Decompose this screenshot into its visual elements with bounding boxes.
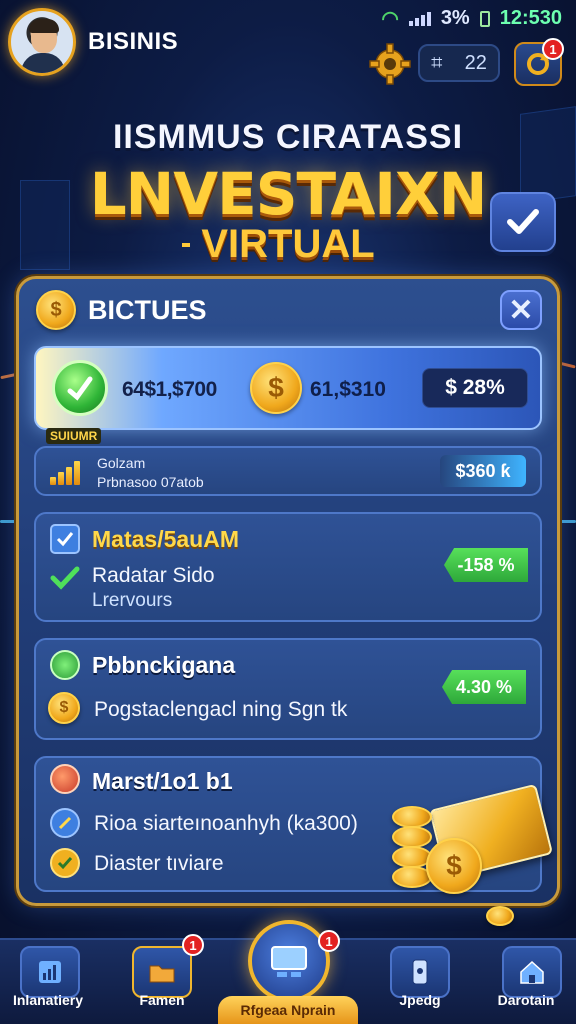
section-title: Matas/5auAM (92, 526, 239, 552)
section-line: Diaster tıviare (94, 852, 224, 875)
clock: 12:530 (499, 7, 562, 29)
section-line: Radatar Sido (92, 564, 215, 587)
featured-value-1: 64$1,$700 (122, 378, 217, 401)
nav-badge: 1 (318, 930, 340, 952)
edit-icon (50, 808, 80, 838)
coin-stack-icon (392, 806, 432, 828)
nav-item-famen[interactable] (132, 946, 192, 998)
featured-value-2: 61,$310 (310, 378, 386, 401)
chart-doc-icon (39, 961, 61, 983)
monitor-icon (271, 946, 307, 977)
nav-item-center[interactable] (248, 920, 330, 1002)
counter-value: 22 (464, 51, 487, 74)
folder-icon (149, 965, 175, 983)
section-subline: Lrervours (92, 590, 173, 611)
counter-pill[interactable]: ⌗ 22 (418, 44, 500, 82)
nav-item-jpedg[interactable] (390, 946, 450, 998)
section-percent-tag: 4.30 % (442, 670, 526, 704)
growth-orb-icon (52, 360, 108, 416)
section-line: Rioa siarteınoanhyh (ka300) (94, 812, 358, 835)
progress-value: $360 ƙ (440, 455, 526, 487)
nav-badge: 1 (182, 934, 204, 956)
section-percent-tag: -158 % (444, 548, 528, 582)
check-circle-icon (50, 848, 80, 878)
progress-label: Golzam (97, 455, 146, 471)
nav-item-inventory[interactable] (20, 946, 80, 998)
battery-percent: 3% (440, 7, 470, 29)
status-bar: ◠ 3% 12:530 (381, 6, 562, 31)
home-icon (520, 960, 544, 984)
tick-icon (50, 566, 80, 595)
bar-chart-icon (50, 459, 86, 485)
nav-center-label: Rfgeaa Nprain (218, 996, 358, 1024)
nav-label: Jpedg (399, 992, 441, 1008)
nav-label: Famen (139, 992, 185, 1008)
avatar[interactable] (8, 8, 76, 76)
nav-label: Inlanatiery (12, 992, 84, 1008)
nav-item-darotain[interactable] (502, 946, 562, 998)
check-icon (507, 209, 539, 234)
pencil-icon (50, 650, 80, 680)
checkbox-icon (50, 524, 80, 554)
rocket-icon (50, 764, 80, 794)
featured-tag: SUIUMR (46, 428, 102, 444)
alert-badge: 1 (542, 38, 564, 60)
signal-icon (408, 11, 431, 26)
dollar-coin-icon: $ (426, 838, 482, 894)
wifi-icon: ◠ (381, 8, 399, 30)
title-top: IISMMUS CIRATASSI (112, 118, 464, 156)
user-name: BISINIS (88, 28, 179, 55)
coin-icon: $ (36, 290, 76, 330)
featured-percent: $ 28% (422, 368, 528, 408)
coin-icon: $ (48, 692, 80, 724)
section-title: Pbbnckigana (92, 652, 236, 678)
coin-icon (486, 906, 514, 926)
nav-label: Darotain (497, 992, 555, 1008)
section-line: Pogstaclengacl ning Sgn tk (94, 698, 348, 721)
settings-gear-button[interactable] (368, 42, 412, 86)
battery-icon (479, 10, 490, 27)
dollar-coin-icon: $ (250, 362, 302, 414)
panel-title: BICTUES (88, 295, 207, 325)
close-button[interactable]: ✕ (500, 290, 542, 330)
progress-sublabel: Prbnasoo 07atob (97, 474, 204, 490)
phone-icon (412, 959, 428, 985)
confirm-check-button[interactable] (490, 192, 556, 252)
section-title: Marst/1o1 b1 (92, 768, 233, 794)
coin-stack-icon (392, 826, 432, 848)
close-icon: ✕ (508, 293, 534, 327)
gear-icon (369, 43, 411, 85)
hash-icon: ⌗ (431, 51, 443, 74)
